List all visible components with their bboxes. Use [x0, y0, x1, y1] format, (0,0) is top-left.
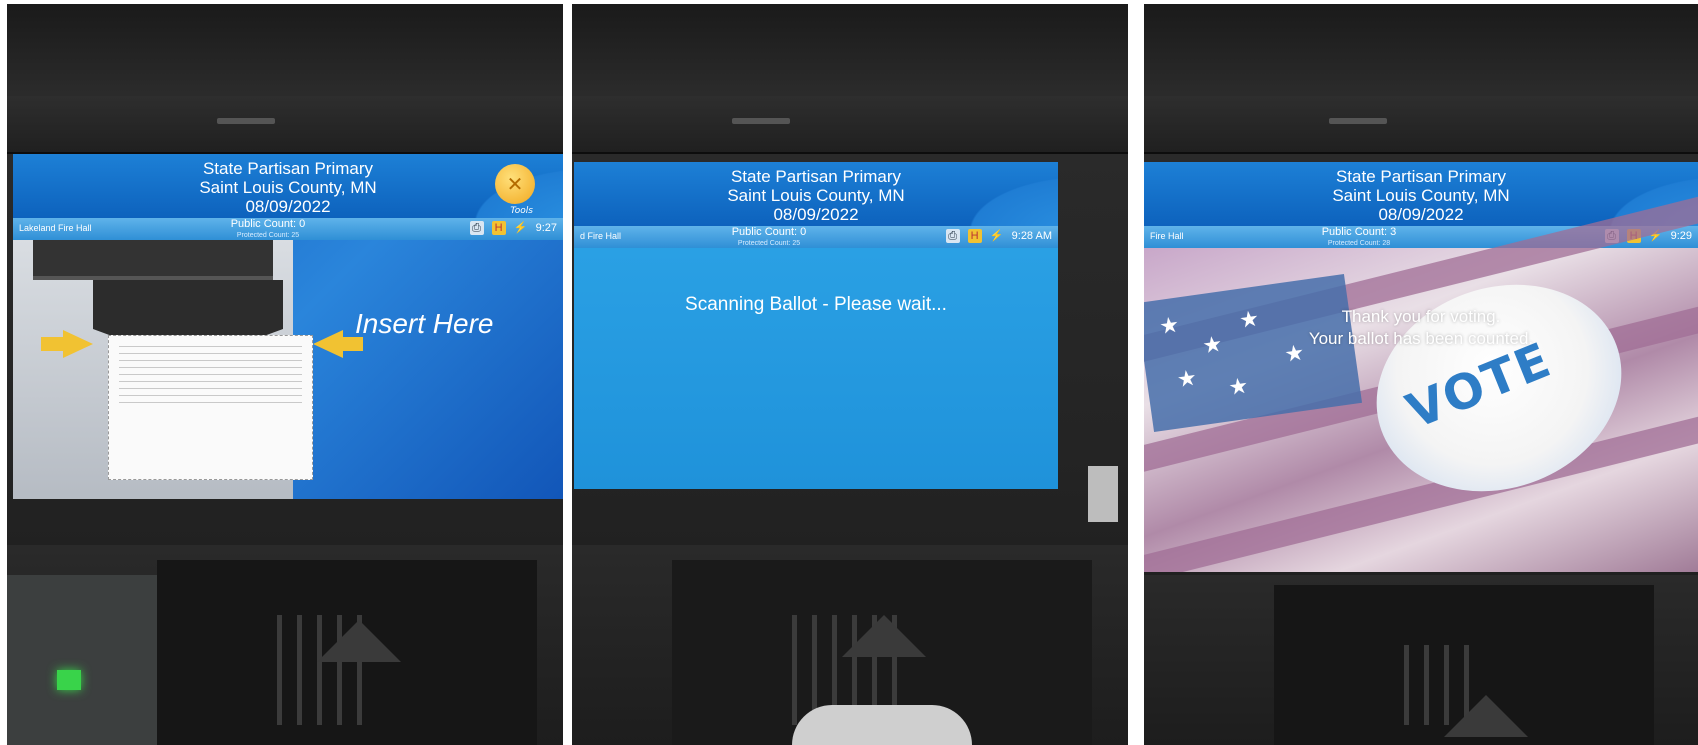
photo-panel-scanning: State Partisan Primary Saint Louis Count…: [572, 4, 1128, 745]
plug-icon[interactable]: ⚡: [990, 229, 1004, 243]
left-arrow-tail: [41, 337, 63, 351]
tray-rib: [792, 615, 797, 725]
clock-time: 9:28 AM: [1011, 230, 1052, 242]
lid-notch: [217, 118, 275, 124]
tray-rib: [1404, 645, 1409, 725]
status-icons: ⎙ H ⚡ 9:28 AM: [945, 229, 1052, 243]
counted-area: ★ ★ ★ ★ ★ ★ VOTE Thank you for voting. Y…: [1144, 173, 1698, 572]
count-block: Public Count: 3 Protected Count: 28: [1304, 227, 1414, 249]
printer-icon[interactable]: ⎙: [945, 229, 960, 243]
screen-header: State Partisan Primary Saint Louis Count…: [13, 154, 563, 224]
count-block: Public Count: 0 Protected Count: 25: [714, 227, 824, 249]
ballot-feed-tray: [672, 560, 1092, 745]
tray-arrow-icon: [1444, 695, 1528, 737]
scanning-area: Scanning Ballot - Please wait...: [574, 248, 1058, 489]
printer-icon[interactable]: ⎙: [469, 221, 484, 235]
screen-counted: State Partisan Primary Saint Louis Count…: [1144, 162, 1698, 572]
right-pointing-arrow-icon: [63, 330, 93, 358]
side-panel: [7, 575, 157, 745]
insert-here-text: Insert Here: [355, 308, 494, 339]
left-pointing-arrow-icon: [313, 330, 343, 358]
clock-time: 9:29: [1670, 230, 1692, 242]
photo-panel-insert: State Partisan Primary Saint Louis Count…: [7, 4, 563, 745]
scanner-lid: [572, 96, 1128, 154]
tray-rib: [1424, 645, 1429, 725]
status-light: [57, 670, 81, 690]
h-icon[interactable]: H: [967, 229, 982, 243]
scanner-lid: [1144, 96, 1698, 154]
scanner-illustration-top: [33, 240, 273, 280]
photo-panel-counted: State Partisan Primary Saint Louis Count…: [1144, 4, 1698, 745]
clock-time: 9:27: [535, 222, 557, 234]
plug-icon[interactable]: ⚡: [514, 221, 528, 235]
screen-scanning: State Partisan Primary Saint Louis Count…: [574, 162, 1058, 489]
thank-you-line: Thank you for voting.: [1341, 307, 1501, 326]
tray-rib: [297, 615, 302, 725]
status-icons: ⎙ H ⚡ 9:27: [469, 221, 557, 235]
status-bar: d Fire Hall Public Count: 0 Protected Co…: [574, 226, 1058, 248]
ballot-illustration: [108, 335, 313, 480]
polling-location: d Fire Hall: [580, 231, 622, 241]
header-curve: [938, 162, 1058, 232]
status-bar: Lakeland Fire Hall Public Count: 0 Prote…: [13, 218, 563, 240]
tools-icon: ✕: [506, 172, 524, 196]
scanning-message: Scanning Ballot - Please wait...: [685, 294, 947, 315]
lid-notch: [732, 118, 790, 124]
ballot-lines: [119, 346, 302, 406]
public-count: Public Count: 0: [731, 226, 807, 238]
star-icon: ★: [1175, 365, 1199, 394]
tray-arrow-icon: [317, 620, 401, 662]
tray-rib: [277, 615, 282, 725]
insert-area: Insert Here: [13, 240, 563, 499]
lid-notch: [1329, 118, 1387, 124]
public-count: Public Count: 3: [1321, 226, 1397, 238]
tools-label: Tools: [510, 206, 533, 216]
tools-button[interactable]: ✕: [495, 164, 535, 204]
h-icon[interactable]: H: [491, 221, 506, 235]
scanner-illustration: [13, 240, 313, 499]
ballot-feed-tray: [157, 560, 537, 745]
ballot-counted-line: Your ballot has been counted.: [1308, 329, 1534, 348]
tray-arrow-icon: [842, 615, 926, 657]
screen-header: State Partisan Primary Saint Louis Count…: [574, 162, 1058, 232]
count-block: Public Count: 0 Protected Count: 25: [218, 219, 318, 241]
polling-location: Fire Hall: [1150, 231, 1184, 241]
star-icon: ★: [1227, 373, 1251, 402]
tray-clip: [1088, 466, 1118, 522]
ballot-feed-tray: [1274, 585, 1654, 745]
ballot-in-tray: [792, 705, 972, 745]
public-count: Public Count: 0: [230, 218, 306, 230]
screen-insert: State Partisan Primary Saint Louis Count…: [13, 154, 563, 499]
thank-you-message: Thank you for voting. Your ballot has be…: [1144, 306, 1698, 350]
scanner-lid: [7, 96, 563, 154]
polling-location: Lakeland Fire Hall: [19, 223, 92, 233]
